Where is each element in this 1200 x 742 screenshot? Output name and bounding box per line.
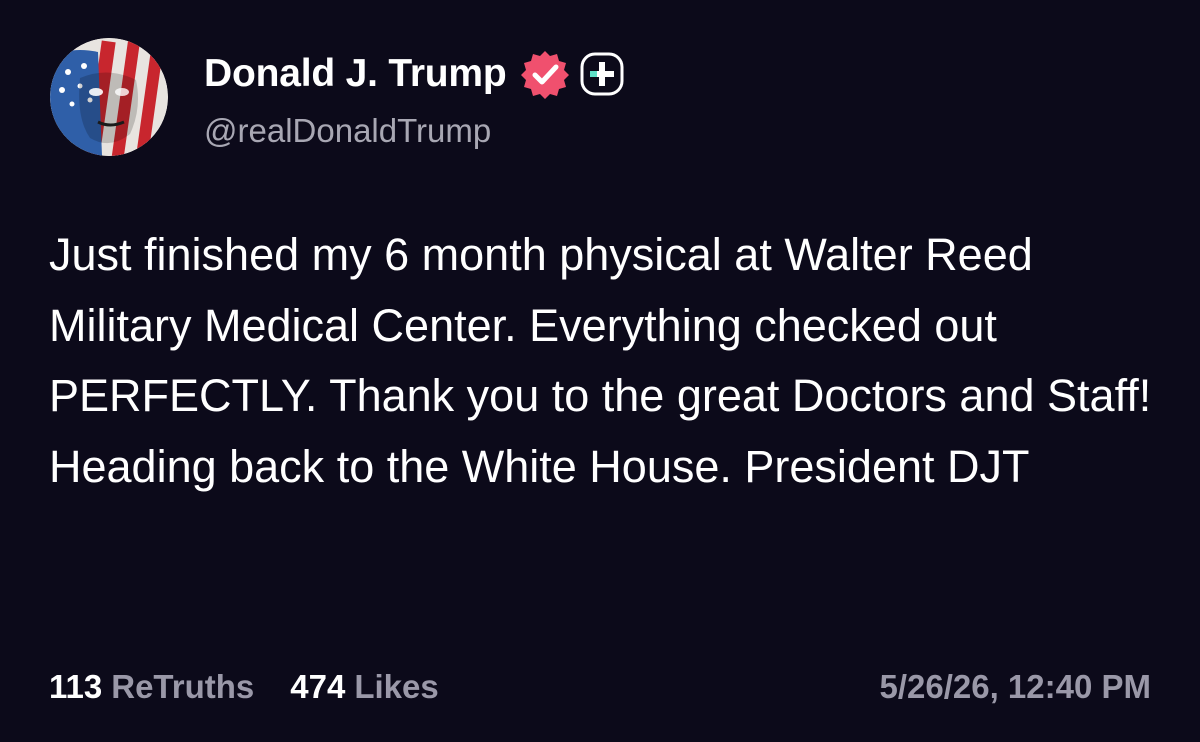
author-handle[interactable]: @realDonaldTrump (204, 112, 491, 150)
retruths-stat[interactable]: 113 ReTruths (49, 668, 254, 706)
plus-badge-icon (580, 52, 624, 96)
likes-label: Likes (354, 668, 439, 705)
avatar-flag-portrait-icon (50, 38, 168, 156)
post-card: Donald J. Trump @realDonaldTrump Just fi… (0, 0, 1200, 742)
retruths-label: ReTruths (111, 668, 255, 705)
avatar[interactable] (50, 38, 168, 156)
retruths-count: 113 (49, 668, 103, 705)
verified-badge-icon (520, 51, 569, 99)
post-footer: 113 ReTruths 474 Likes 5/26/26, 12:40 PM (49, 662, 1151, 712)
likes-stat[interactable]: 474 Likes (290, 668, 438, 706)
author-display-name[interactable]: Donald J. Trump (204, 52, 507, 96)
post-timestamp[interactable]: 5/26/26, 12:40 PM (879, 668, 1151, 706)
author-name-row: Donald J. Trump (204, 48, 625, 100)
post-body-text: Just finished my 6 month physical at Wal… (49, 229, 1152, 492)
likes-count: 474 (290, 668, 346, 705)
